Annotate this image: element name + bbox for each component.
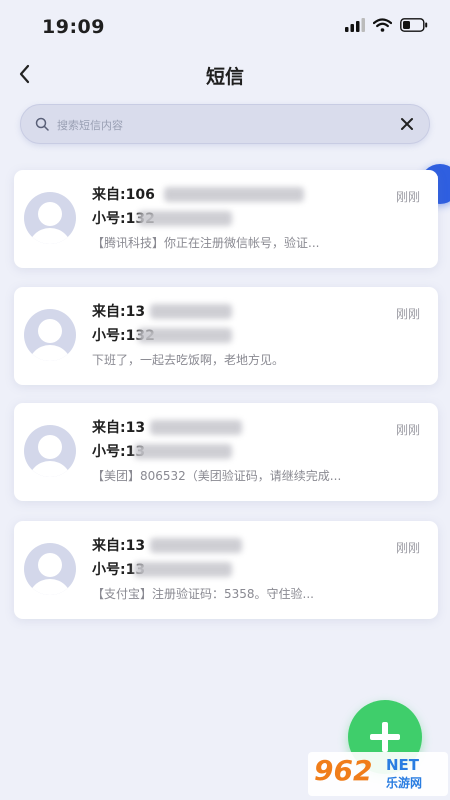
redacted-recipient <box>134 562 232 577</box>
sender-line: 来自:13 <box>92 420 146 436</box>
battery-icon <box>400 18 428 32</box>
close-icon[interactable] <box>399 116 415 132</box>
redacted-recipient <box>138 328 232 343</box>
status-time: 19:09 <box>42 16 105 38</box>
message-card[interactable]: 来自:13 小号:132 下班了，一起去吃饭啊，老地方见。 刚刚 <box>14 287 438 385</box>
search-bar <box>20 104 430 144</box>
redacted-recipient <box>134 444 232 459</box>
page-title: 短信 <box>205 66 244 88</box>
status-bar: 19:09 <box>0 0 450 52</box>
redacted-sender <box>150 304 232 319</box>
redacted-recipient <box>138 211 232 226</box>
signal-icon <box>345 18 365 32</box>
message-time: 刚刚 <box>396 307 421 321</box>
message-card[interactable]: 来自:106 小号:132 【腾讯科技】你正在注册微信帐号，验证... 刚刚 <box>14 170 438 268</box>
avatar <box>24 309 76 361</box>
message-card[interactable]: 来自:13 小号:13 【支付宝】注册验证码：5358。守住验... 刚刚 <box>14 521 438 619</box>
sender-line: 来自:106 <box>92 187 155 203</box>
message-preview: 【腾讯科技】你正在注册微信帐号，验证... <box>92 236 320 250</box>
search-icon <box>35 117 49 131</box>
nav-header: 短信 <box>0 52 450 98</box>
watermark-logo: 962 NET 乐游网 <box>308 752 448 796</box>
message-preview: 【支付宝】注册验证码：5358。守住验... <box>92 587 314 601</box>
message-preview: 【美团】806532（美团验证码，请继续完成... <box>92 469 342 483</box>
watermark-site-name: 乐游网 <box>386 776 423 790</box>
avatar <box>24 543 76 595</box>
avatar <box>24 425 76 477</box>
search-input[interactable] <box>55 113 389 137</box>
redacted-sender <box>150 420 242 435</box>
avatar <box>24 192 76 244</box>
wifi-icon <box>373 18 392 32</box>
redacted-sender <box>164 187 304 202</box>
message-time: 刚刚 <box>396 541 421 555</box>
watermark-number: 962 <box>314 754 373 787</box>
sender-line: 来自:13 <box>92 538 146 554</box>
watermark-net: NET <box>386 756 420 774</box>
system-icons <box>345 18 428 32</box>
redacted-sender <box>150 538 242 553</box>
sender-line: 来自:13 <box>92 304 146 320</box>
message-time: 刚刚 <box>396 190 421 204</box>
message-preview: 下班了，一起去吃饭啊，老地方见。 <box>92 353 285 367</box>
message-card[interactable]: 来自:13 小号:13 【美团】806532（美团验证码，请继续完成... 刚刚 <box>14 403 438 501</box>
message-time: 刚刚 <box>396 423 421 437</box>
